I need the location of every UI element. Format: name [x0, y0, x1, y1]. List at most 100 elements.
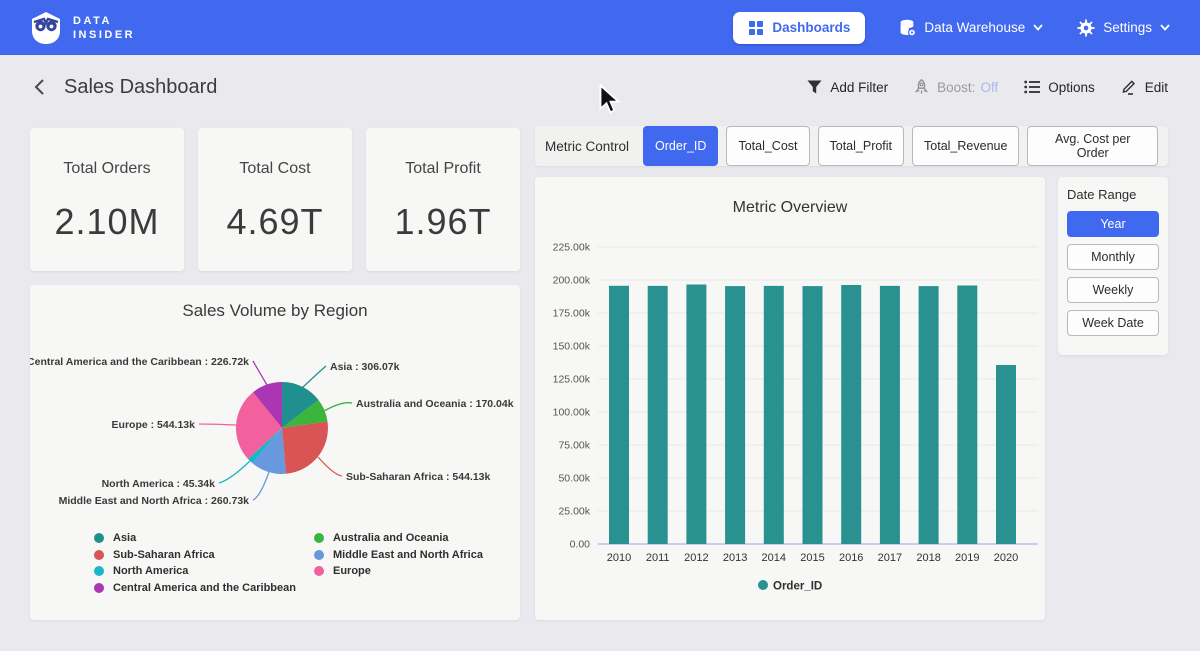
metric-control-label: Metric Control — [545, 139, 629, 154]
brand-text: DATA INSIDER — [73, 14, 135, 42]
add-filter-button[interactable]: Add Filter — [807, 80, 888, 95]
y-tick-label: 175.00k — [553, 308, 591, 320]
date-option-week-date[interactable]: Week Date — [1067, 310, 1159, 336]
bar-2020[interactable] — [996, 365, 1016, 544]
legend-dot — [94, 533, 104, 543]
back-button[interactable] — [32, 77, 48, 97]
edit-button[interactable]: Edit — [1121, 79, 1168, 95]
pie-label-north-america: North America : 45.34k — [102, 478, 216, 490]
bar-2010[interactable] — [609, 286, 629, 544]
bar-2018[interactable] — [919, 286, 939, 544]
app-window: DATA INSIDER Dashboards — [0, 0, 1200, 651]
pie-legend-item-north-america[interactable]: North America — [94, 563, 314, 580]
x-tick-label: 2012 — [684, 552, 708, 564]
legend-dot — [94, 583, 104, 593]
legend-dot — [314, 533, 324, 543]
options-label: Options — [1048, 80, 1095, 95]
navbar-menu: Dashboards Data Warehouse — [733, 12, 1170, 44]
legend-dot — [94, 550, 104, 560]
legend-label: Middle East and North Africa — [333, 549, 483, 561]
chevron-down-icon — [1160, 24, 1170, 31]
bar-2011[interactable] — [648, 286, 668, 544]
pie-label-line — [219, 461, 250, 483]
pie-label-europe: Europe : 544.13k — [112, 419, 196, 431]
owl-logo-icon — [30, 11, 62, 45]
pie-label-line — [302, 366, 326, 388]
date-range-panel: Date Range YearMonthlyWeeklyWeek Date — [1058, 177, 1168, 355]
pie-label-line — [199, 424, 236, 425]
nav-data-warehouse-label: Data Warehouse — [924, 20, 1025, 35]
legend-label: North America — [113, 565, 188, 577]
date-option-weekly[interactable]: Weekly — [1067, 277, 1159, 303]
x-tick-label: 2018 — [916, 552, 940, 564]
bar-2016[interactable] — [841, 285, 861, 544]
x-tick-label: 2015 — [800, 552, 824, 564]
brand-line1: DATA — [73, 14, 135, 28]
pie-label-central-america-and-the-caribbean: Central America and the Caribbean : 226.… — [30, 356, 249, 368]
pie-legend-item-australia-and-oceania[interactable]: Australia and Oceania — [314, 530, 483, 547]
legend-dot — [314, 550, 324, 560]
pie-legend-item-asia[interactable]: Asia — [94, 530, 314, 547]
bar-2015[interactable] — [803, 286, 823, 544]
pie-legend-item-middle-east-and-north-africa[interactable]: Middle East and North Africa — [314, 547, 483, 564]
date-range-options: Year Monthly Weekly Week Date — [1067, 211, 1159, 336]
boost-label: Boost: — [937, 80, 975, 95]
metric-option-total-profit[interactable]: Total_Profit — [818, 126, 905, 166]
pie-label-line — [324, 403, 352, 411]
metric-option-order-id[interactable]: Order_ID — [643, 126, 718, 166]
pie-chart-svg[interactable]: Asia : 306.07kAustralia and Oceania : 17… — [30, 327, 520, 527]
filter-funnel-icon — [807, 80, 822, 94]
metric-option-total-revenue[interactable]: Total_Revenue — [912, 126, 1019, 166]
x-tick-label: 2016 — [839, 552, 863, 564]
y-tick-label: 150.00k — [553, 341, 591, 353]
x-tick-label: 2014 — [762, 552, 786, 564]
metric-option-total-cost[interactable]: Total_Cost — [726, 126, 809, 166]
nav-settings[interactable]: Settings — [1077, 19, 1170, 37]
kpi-card-total-orders: Total Orders 2.10M — [30, 128, 184, 271]
gear-icon — [1077, 19, 1095, 37]
legend-label: Europe — [333, 565, 371, 577]
rocket-icon — [914, 79, 929, 95]
kpi-card-total-profit: Total Profit 1.96T — [366, 128, 520, 271]
pie-slice-sub-saharan-africa[interactable] — [282, 421, 328, 473]
kpi-value: 1.96T — [366, 201, 520, 243]
pie-legend-item-sub-saharan-africa[interactable]: Sub-Saharan Africa — [94, 547, 314, 564]
bar-2012[interactable] — [686, 285, 706, 545]
nav-dashboards-button[interactable]: Dashboards — [733, 12, 865, 44]
nav-data-warehouse[interactable]: Data Warehouse — [899, 19, 1043, 37]
legend-label: Central America and the Caribbean — [113, 582, 296, 594]
bar-2019[interactable] — [957, 286, 977, 545]
metric-control-strip: Metric Control Order_IDTotal_CostTotal_P… — [535, 126, 1168, 166]
bar-chart-title: Metric Overview — [535, 177, 1045, 217]
metric-control-options: Order_IDTotal_CostTotal_ProfitTotal_Reve… — [643, 126, 1158, 166]
bar-legend-dot — [758, 580, 768, 590]
chevron-left-icon — [32, 77, 48, 97]
y-tick-label: 50.00k — [558, 473, 590, 485]
bar-2017[interactable] — [880, 286, 900, 544]
sales-volume-panel: Sales Volume by Region Asia : 306.07kAus… — [30, 285, 520, 620]
boost-toggle[interactable]: Boost: Off — [914, 79, 998, 95]
bar-chart-svg[interactable]: 0.0025.00k50.00k75.00k100.00k125.00k150.… — [535, 230, 1045, 605]
metric-option-avg-cost-per-order[interactable]: Avg. Cost per Order — [1027, 126, 1158, 166]
pie-legend-item-europe[interactable]: Europe — [314, 563, 483, 580]
nav-settings-label: Settings — [1103, 20, 1152, 35]
options-button[interactable]: Options — [1024, 80, 1095, 95]
bar-2014[interactable] — [764, 286, 784, 544]
top-navbar: DATA INSIDER Dashboards — [0, 0, 1200, 55]
pie-label-sub-saharan-africa: Sub-Saharan Africa : 544.13k — [346, 471, 490, 483]
date-option-monthly[interactable]: Monthly — [1067, 244, 1159, 270]
edit-label: Edit — [1145, 80, 1168, 95]
pie-legend-item-central-america-and-the-caribbean[interactable]: Central America and the Caribbean — [94, 580, 314, 597]
x-tick-label: 2017 — [878, 552, 902, 564]
y-tick-label: 125.00k — [553, 374, 591, 386]
x-tick-label: 2011 — [646, 552, 670, 564]
kpi-label: Total Orders — [30, 160, 184, 178]
mouse-cursor — [598, 84, 622, 114]
bar-2013[interactable] — [725, 286, 745, 544]
date-option-year[interactable]: Year — [1067, 211, 1159, 237]
y-tick-label: 25.00k — [558, 506, 590, 518]
database-icon — [899, 19, 916, 37]
legend-label: Sub-Saharan Africa — [113, 549, 215, 561]
chevron-down-icon — [1033, 24, 1043, 31]
bar-legend-label[interactable]: Order_ID — [773, 581, 822, 593]
